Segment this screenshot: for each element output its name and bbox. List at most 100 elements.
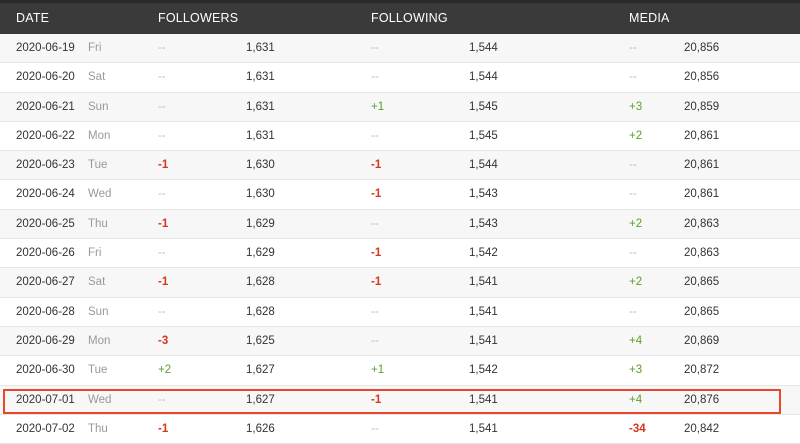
table-row: 2020-06-20 Sat -- 1,631 -- 1,544 -- 20,856 [0,63,800,93]
weekday-cell: Fri [88,247,102,260]
table-row: 2020-06-22 Mon -- 1,631 -- 1,545 +2 20,861 [0,121,800,152]
followers-change-cell: +2 [158,364,172,377]
media-count-cell: 20,861 [684,159,720,172]
media-change-cell: +4 [629,393,643,406]
followers-count-cell: 1,630 [246,159,275,172]
column-header-date[interactable]: DATE [16,3,49,34]
table-row: 2020-06-25 Thu -1 1,629 -- 1,543 +2 20,863 [0,209,800,240]
media-change-cell: -- [629,42,637,54]
followers-count-cell: 1,627 [246,393,275,406]
following-count-cell: 1,544 [469,159,498,172]
following-change-cell: +1 [371,364,385,377]
media-change-cell: +3 [629,100,643,113]
table-row: 2020-06-29 Mon -3 1,625 -- 1,541 +4 20,869 [0,326,800,357]
table-row: 2020-06-28 Sun -- 1,628 -- 1,541 -- 20,865 [0,297,800,327]
date-cell: 2020-06-29 [16,334,75,347]
followers-count-cell: 1,628 [246,276,275,289]
followers-change-cell: -1 [158,276,169,289]
following-count-cell: 1,545 [469,100,498,113]
following-change-cell: -1 [371,247,382,260]
media-change-cell: +2 [629,276,643,289]
date-cell: 2020-06-21 [16,100,75,113]
date-cell: 2020-06-23 [16,159,75,172]
stats-table: DATE FOLLOWERS FOLLOWING MEDIA 2020-06-1… [0,0,800,444]
weekday-cell: Sat [88,71,106,84]
followers-count-cell: 1,631 [246,42,275,54]
followers-change-cell: -1 [158,217,169,230]
media-count-cell: 20,842 [684,422,720,435]
followers-change-cell: -- [158,393,166,406]
followers-change-cell: -3 [158,334,169,347]
media-count-cell: 20,861 [684,129,720,142]
table-row: 2020-06-27 Sat -1 1,628 -1 1,541 +2 20,865 [0,268,800,298]
following-change-cell: -- [371,42,379,54]
following-count-cell: 1,541 [469,276,498,289]
media-count-cell: 20,872 [684,364,720,377]
table-row: 2020-06-19 Fri -- 1,631 -- 1,544 -- 20,856 [0,34,800,64]
date-cell: 2020-06-28 [16,305,75,318]
following-count-cell: 1,543 [469,217,498,230]
date-cell: 2020-07-01 [16,393,75,406]
following-count-cell: 1,544 [469,71,498,84]
column-header-followers[interactable]: FOLLOWERS [158,3,238,34]
table-row: 2020-07-02 Thu -1 1,626 -- 1,541 -34 20,842 [0,414,800,444]
followers-count-cell: 1,629 [246,217,275,230]
following-change-cell: -- [371,334,379,347]
weekday-cell: Tue [88,159,108,172]
weekday-cell: Sat [88,276,106,289]
date-cell: 2020-07-02 [16,422,75,435]
weekday-cell: Mon [88,129,111,142]
media-change-cell: +2 [629,217,643,230]
date-cell: 2020-06-27 [16,276,75,289]
followers-change-cell: -- [158,129,166,142]
weekday-cell: Thu [88,217,108,230]
following-count-cell: 1,543 [469,188,498,201]
following-count-cell: 1,541 [469,334,498,347]
weekday-cell: Mon [88,334,111,347]
date-cell: 2020-06-25 [16,217,75,230]
following-count-cell: 1,541 [469,305,498,318]
following-change-cell: -1 [371,276,382,289]
media-count-cell: 20,876 [684,393,720,406]
following-change-cell: +1 [371,100,385,113]
followers-change-cell: -- [158,42,166,54]
date-cell: 2020-06-22 [16,129,75,142]
following-change-cell: -- [371,305,379,318]
followers-change-cell: -- [158,305,166,318]
followers-count-cell: 1,628 [246,305,275,318]
media-change-cell: -- [629,71,637,84]
following-change-cell: -1 [371,188,382,201]
media-count-cell: 20,863 [684,217,720,230]
date-cell: 2020-06-19 [16,42,75,54]
date-cell: 2020-06-26 [16,247,75,260]
following-count-cell: 1,541 [469,422,498,435]
table-header: DATE FOLLOWERS FOLLOWING MEDIA [0,0,800,34]
table-row: 2020-06-23 Tue -1 1,630 -1 1,544 -- 20,861 [0,151,800,181]
followers-count-cell: 1,629 [246,247,275,260]
date-cell: 2020-06-24 [16,188,75,201]
media-count-cell: 20,865 [684,305,720,318]
following-change-cell: -1 [371,159,382,172]
followers-change-cell: -- [158,100,166,113]
weekday-cell: Wed [88,393,112,406]
column-header-media[interactable]: MEDIA [629,3,670,34]
followers-change-cell: -- [158,71,166,84]
following-count-cell: 1,541 [469,393,498,406]
followers-count-cell: 1,626 [246,422,275,435]
table-row: 2020-06-26 Fri -- 1,629 -1 1,542 -- 20,863 [0,239,800,269]
table-row: 2020-07-01 Wed -- 1,627 -1 1,541 +4 20,876 [0,385,800,415]
media-change-cell: +4 [629,334,643,347]
weekday-cell: Tue [88,364,108,377]
media-count-cell: 20,861 [684,188,720,201]
following-count-cell: 1,545 [469,129,498,142]
followers-count-cell: 1,627 [246,364,275,377]
column-header-following[interactable]: FOLLOWING [371,3,448,34]
following-change-cell: -- [371,217,379,230]
media-count-cell: 20,859 [684,100,720,113]
weekday-cell: Sun [88,305,109,318]
followers-change-cell: -1 [158,159,169,172]
media-change-cell: -- [629,188,637,201]
table-row: 2020-06-30 Tue +2 1,627 +1 1,542 +3 20,872 [0,356,800,386]
media-count-cell: 20,865 [684,276,720,289]
table-body: 2020-06-19 Fri -- 1,631 -- 1,544 -- 20,856 2020-… [0,34,800,444]
